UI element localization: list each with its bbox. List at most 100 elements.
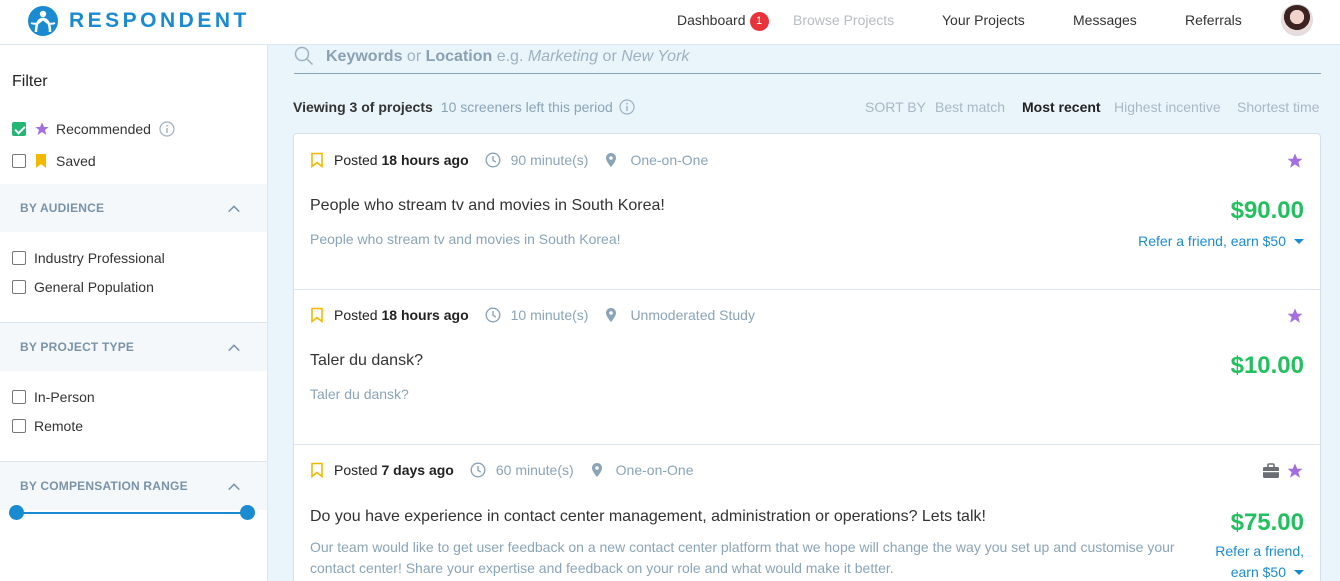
compensation-slider-min-handle[interactable] [9,505,24,520]
sort-most-recent[interactable]: Most recent [1022,99,1101,115]
bookmark-outline-icon[interactable] [310,462,324,478]
nav-referrals[interactable]: Referrals [1185,12,1242,28]
industry-professional-checkbox[interactable] [12,251,26,265]
bookmark-outline-icon[interactable] [310,307,324,323]
caret-down-icon [1294,570,1304,575]
project-duration: 60 minute(s) [495,462,574,478]
posted-time: Posted 7 days ago [334,462,454,478]
remote-checkbox[interactable] [12,419,26,433]
project-meta: Posted 18 hours ago 90 minute(s) One-on-… [310,152,708,168]
search-bar[interactable]: Keywords or Location e.g. Marketing or N… [294,45,1321,74]
compensation-slider-track[interactable] [16,512,248,514]
project-card[interactable]: Posted 7 days ago 60 minute(s) One-on-On… [294,444,1320,581]
chevron-up-icon[interactable] [227,341,241,355]
project-card[interactable]: Posted 18 hours ago 10 minute(s) Unmoder… [294,289,1320,445]
refer-friend-label: Refer a friend, [1215,543,1304,559]
sort-highest-incentive[interactable]: Highest incentive [1114,99,1221,115]
project-price: $90.00 [1230,197,1304,224]
project-description: Taler du dansk? [310,386,409,402]
compensation-section-header[interactable]: BY COMPENSATION RANGE [0,462,267,510]
clock-icon [485,152,501,168]
posted-time: Posted 18 hours ago [334,307,469,323]
project-card[interactable]: Posted 18 hours ago 90 minute(s) One-on-… [294,134,1320,290]
info-icon[interactable] [619,99,635,115]
nav-browse-projects[interactable]: Browse Projects [793,12,894,28]
project-description-line: contact center! Share your expertise and… [310,560,894,576]
star-icon [1287,153,1303,168]
project-meta: Posted 7 days ago 60 minute(s) One-on-On… [310,462,694,478]
refer-friend-link[interactable]: Refer a friend, earn $50 [1138,231,1304,252]
project-type: One-on-One [630,152,709,168]
industry-professional-label: Industry Professional [34,250,165,266]
compensation-slider-max-handle[interactable] [240,505,255,520]
project-price: $10.00 [1230,352,1304,379]
compensation-section-label: BY COMPENSATION RANGE [20,479,188,493]
posted-prefix: Posted [334,462,382,478]
recommended-checkbox[interactable] [12,122,26,136]
nav-messages[interactable]: Messages [1073,12,1137,28]
chevron-up-icon[interactable] [227,202,241,216]
sort-by-label: SORT BY [865,99,926,115]
sort-shortest-time[interactable]: Shortest time [1237,99,1319,115]
general-population-checkbox[interactable] [12,280,26,294]
saved-checkbox[interactable] [12,154,26,168]
project-title[interactable]: Taler du dansk? [310,352,423,370]
bookmark-icon [36,154,46,168]
briefcase-icon [1263,463,1279,478]
refer-friend-label: Refer a friend, earn $50 [1138,233,1286,249]
project-description-line: Our team would like to get user feedback… [310,539,1175,555]
project-type: Unmoderated Study [630,307,755,323]
clock-icon [485,307,501,323]
audience-section-header[interactable]: BY AUDIENCE [0,184,267,232]
viewing-count: Viewing 3 of projects [293,99,433,115]
nav-your-projects[interactable]: Your Projects [942,12,1025,28]
project-description: People who stream tv and movies in South… [310,231,621,247]
audience-section-label: BY AUDIENCE [20,201,105,215]
info-icon[interactable] [159,121,175,137]
refer-friend-link[interactable]: Refer a friend, earn $50 [1215,541,1304,581]
search-or-text-2: or [598,48,622,65]
nav-dashboard[interactable]: Dashboard 1 [677,12,769,31]
dashboard-badge: 1 [749,12,769,31]
search-location-label: Location [425,48,493,65]
project-title[interactable]: People who stream tv and movies in South… [310,197,665,215]
clock-icon [470,462,486,478]
industry-professional-filter[interactable]: Industry Professional [12,250,165,266]
top-header: RESPONDENT Dashboard 1 Browse Projects Yo… [0,0,1340,45]
posted-time: Posted 18 hours ago [334,152,469,168]
location-pin-icon [591,463,602,477]
user-avatar[interactable] [1281,4,1313,36]
caret-down-icon [1294,239,1304,244]
remote-filter[interactable]: Remote [12,418,83,434]
bookmark-outline-icon[interactable] [310,152,324,168]
nav-dashboard-label: Dashboard [677,12,746,28]
project-duration: 90 minute(s) [510,152,589,168]
project-type: One-on-One [615,462,694,478]
logo-text: RESPONDENT [69,9,250,32]
saved-filter[interactable]: Saved [12,153,96,169]
project-type-section-header[interactable]: BY PROJECT TYPE [0,323,267,371]
respondent-logo[interactable]: RESPONDENT [27,5,250,37]
search-placeholder[interactable]: Keywords or Location e.g. Marketing or N… [326,48,689,66]
posted-ago: 18 hours ago [381,152,469,168]
logo-mark-icon [28,6,58,36]
search-icon [294,46,314,66]
recommended-label: Recommended [56,121,151,137]
posted-prefix: Posted [334,152,382,168]
chevron-up-icon[interactable] [227,480,241,494]
search-example-new-york: New York [621,48,690,65]
posted-ago: 18 hours ago [381,307,469,323]
in-person-checkbox[interactable] [12,390,26,404]
general-population-filter[interactable]: General Population [12,279,154,295]
project-list: Posted 18 hours ago 90 minute(s) One-on-… [293,133,1321,581]
location-pin-icon [606,153,617,167]
project-title[interactable]: Do you have experience in contact center… [310,508,986,526]
filter-title: Filter [12,73,48,90]
search-eg-text: e.g. [492,48,528,65]
sort-best-match[interactable]: Best match [935,99,1005,115]
star-icon [1287,463,1303,478]
recommended-filter[interactable]: Recommended [12,121,175,137]
filter-sidebar: Filter Recommended Saved BY AUDIENCE Ind… [0,45,268,581]
search-or-text: or [402,48,426,65]
in-person-filter[interactable]: In-Person [12,389,95,405]
